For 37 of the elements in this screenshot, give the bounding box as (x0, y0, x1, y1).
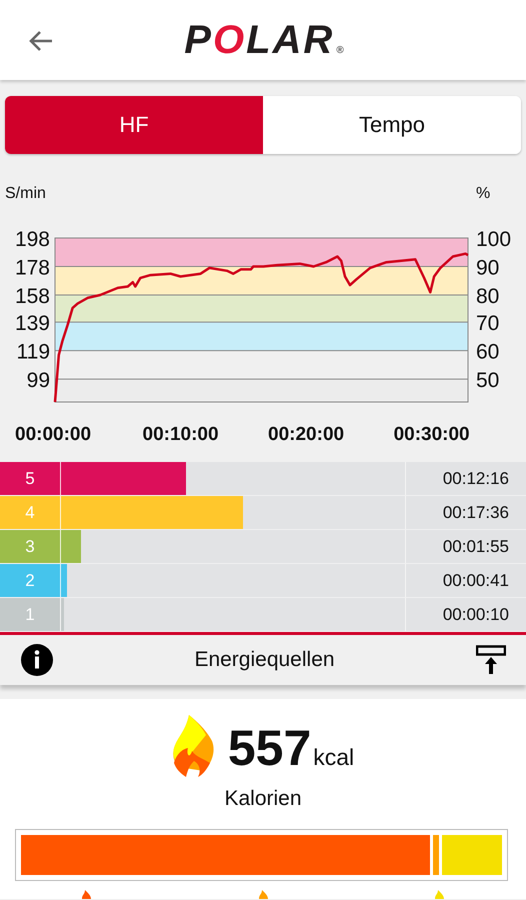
flame-icon (435, 890, 444, 899)
zone-time: 00:12:16 (442, 468, 510, 490)
y-tick-label: 158 (14, 285, 50, 308)
flame-icon (82, 890, 91, 899)
zone-time: 00:17:36 (442, 502, 510, 524)
y-tick-label: 90 (476, 256, 500, 280)
section-title: Energiequellen (193, 648, 336, 672)
polar-logo: POLAR® (183, 18, 346, 62)
y-tick-label: 100 (476, 228, 512, 251)
zone-time: 00:00:10 (442, 604, 510, 626)
zone-time: 00:00:41 (442, 570, 510, 592)
tab[interactable]: HF (5, 96, 263, 154)
expand-icon[interactable] (476, 645, 506, 675)
axis-unit: % (476, 185, 490, 202)
y-tick-label: 50 (476, 369, 500, 392)
y-tick-label: 119 (16, 340, 50, 364)
calorie-value: 557 (228, 723, 312, 773)
tab[interactable]: Tempo (263, 96, 521, 154)
y-tick-label: 139 (14, 312, 50, 336)
y-tick-label: 80 (476, 285, 500, 308)
axis-unit: S/min (5, 185, 46, 202)
y-tick-label: 178 (14, 256, 50, 280)
x-tick-label: 00:20:00 (268, 424, 344, 445)
x-tick-label: 00:00:00 (15, 424, 92, 445)
x-tick-label: 00:10:00 (142, 424, 219, 445)
info-icon[interactable] (21, 644, 53, 676)
zone-time: 00:01:55 (442, 536, 510, 558)
calorie-unit: kcal (313, 744, 354, 771)
y-tick-label: 60 (476, 340, 500, 364)
flame-icon (258, 890, 268, 899)
flame-icon (172, 715, 214, 777)
calorie-label: Kalorien (223, 787, 303, 811)
y-tick-label: 99 (26, 369, 50, 392)
x-tick-label: 00:30:00 (394, 424, 470, 445)
y-tick-label: 198 (14, 228, 50, 251)
y-tick-label: 70 (476, 312, 500, 336)
back-arrow-icon[interactable] (28, 29, 54, 53)
